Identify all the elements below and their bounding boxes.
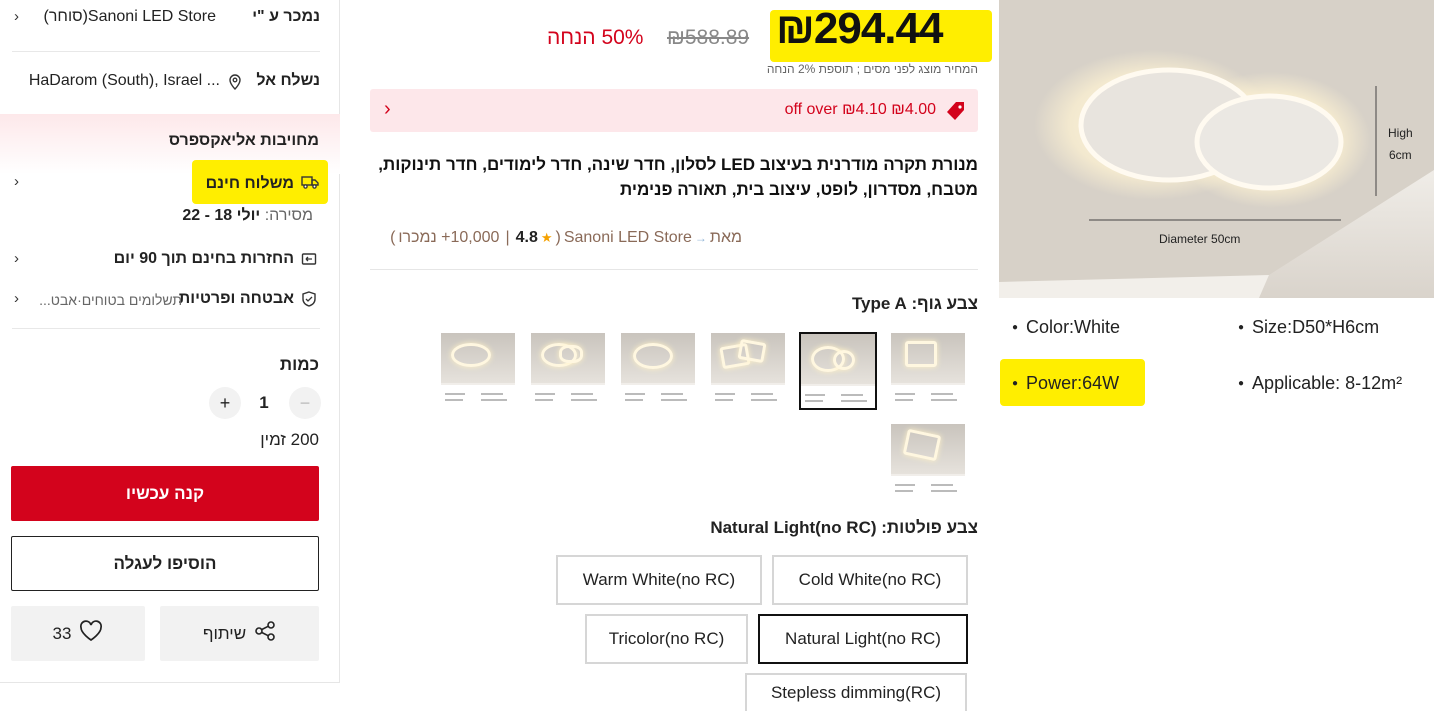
light-color-heading: צבע פולטות: Natural Light(no RC) xyxy=(710,518,978,538)
close-paren: ) xyxy=(390,229,396,246)
variant-thumb-2-selected[interactable] xyxy=(799,332,877,410)
current-price: ₪294.44 xyxy=(776,4,943,54)
variant-thumb-4[interactable] xyxy=(621,333,695,407)
tag-icon xyxy=(946,101,966,121)
ship-to-row[interactable]: נשלח אל HaDarom (South), Israel ... xyxy=(12,72,320,94)
variant-thumb-5[interactable] xyxy=(531,333,605,407)
spec-color-text: Color:White xyxy=(1026,317,1121,337)
light-color-value: Natural Light(no RC) xyxy=(710,518,877,537)
bullet-icon: ● xyxy=(1238,322,1245,333)
product-image[interactable]: Diameter 50cm High 6cm xyxy=(999,0,1434,298)
seller-row[interactable]: נמכר ע "י Sanoni LED Store(סוחר) ‹ xyxy=(12,8,320,30)
chevron-left-icon: ‹ xyxy=(14,173,19,190)
sold-count: 10,000+ נמכרו xyxy=(398,229,500,246)
separator: | xyxy=(505,229,510,246)
delivery-dates: יולי 18 - 22 xyxy=(182,207,261,224)
spec-applicable-text: Applicable: 8-12m² xyxy=(1252,373,1403,393)
truck-icon xyxy=(301,174,319,190)
spec-applicable: ● Applicable: 8-12m² xyxy=(1238,373,1402,394)
shield-icon xyxy=(301,291,317,307)
share-label: שיתוף xyxy=(202,623,247,643)
link-icon: → xyxy=(694,231,707,245)
share-icon xyxy=(254,620,276,647)
ceiling-lamp-illustration xyxy=(999,0,1434,298)
original-price: ₪588.89 xyxy=(667,26,750,49)
store-rating-line: מאת → Sanoni LED Store ( ★ 4.8 | 10,000+… xyxy=(390,229,742,247)
commitment-title: מחויבות אליאקספרס xyxy=(168,132,319,149)
security-label: אבטחה ופרטיות xyxy=(178,290,294,307)
height-label: High 6cm xyxy=(1388,126,1413,162)
chevron-left-icon: ‹ xyxy=(14,250,19,267)
by-label: מאת xyxy=(709,229,742,246)
product-title: מנורת תקרה מודרנית בעיצוב LED לסלון, חדר… xyxy=(378,155,978,199)
chevron-left-icon: ‹ xyxy=(384,98,391,120)
add-to-cart-button[interactable]: הוסיפו לעגלה xyxy=(11,536,319,591)
spec-power-text: Power:64W xyxy=(1026,373,1120,393)
decrement-button[interactable]: − xyxy=(289,387,321,419)
free-shipping-row[interactable]: משלוח חינם ‹ xyxy=(12,160,328,204)
return-box-icon xyxy=(301,251,317,267)
heart-icon xyxy=(79,620,103,647)
buy-now-button[interactable]: קנה עכשיו xyxy=(11,466,319,521)
sold-by-label: נמכר ע "י xyxy=(252,8,320,25)
store-name: Sanoni LED Store(סוחר) xyxy=(43,8,216,25)
spec-size-text: Size:D50*H6cm xyxy=(1252,317,1380,337)
star-icon: ★ xyxy=(540,230,553,245)
tax-note: המחיר מוצג לפני מסים ; תוספת 2% הנחה xyxy=(766,62,978,76)
free-returns-label: החזרות בחינם תוך 90 יום xyxy=(113,250,294,267)
option-stepless-dimming[interactable]: Stepless dimming(RC) xyxy=(745,673,967,711)
purchase-panel: נמכר ע "י Sanoni LED Store(סוחר) ‹ נשלח … xyxy=(0,0,340,683)
delivery-label: מסירה: xyxy=(264,207,313,224)
spec-size: ● Size:D50*H6cm xyxy=(1238,317,1379,338)
free-shipping-label: משלוח חינם xyxy=(205,175,294,192)
ship-to-label: נשלח אל xyxy=(256,72,320,89)
divider xyxy=(370,269,978,270)
variant-thumb-6[interactable] xyxy=(441,333,515,407)
quantity-value[interactable]: 1 xyxy=(256,393,272,413)
quantity-label: כמות xyxy=(279,355,319,374)
divider xyxy=(12,328,320,329)
security-sub: תשלומים בטוחים·אבט... xyxy=(39,292,182,308)
spec-power: ● Power:64W xyxy=(1012,373,1119,394)
spec-list: ● Color:White ● Size:D50*H6cm ● Power:64W ●… xyxy=(999,298,1437,418)
ship-location: HaDarom (South), Israel ... xyxy=(28,72,220,89)
wishlist-count: 33 xyxy=(52,623,72,643)
rating-value: 4.8 xyxy=(515,229,538,246)
divider xyxy=(12,51,320,52)
product-store-link[interactable]: Sanoni LED Store xyxy=(564,229,692,247)
bullet-icon: ● xyxy=(1238,378,1245,389)
variant-thumb-3[interactable] xyxy=(711,333,785,407)
coupon-text: ₪4.00 off over ₪4.10 xyxy=(784,101,936,118)
body-color-value: Type A xyxy=(851,294,907,313)
increment-button[interactable]: + xyxy=(209,387,241,419)
coupon-banner[interactable]: ₪4.00 off over ₪4.10 ‹ xyxy=(370,89,978,132)
option-cold-white[interactable]: Cold White(no RC) xyxy=(772,555,968,605)
bullet-icon: ● xyxy=(1012,378,1019,389)
security-row[interactable]: אבטחה ופרטיות תשלומים בטוחים·אבט... ‹ xyxy=(12,288,320,310)
available-stock: 200 זמין xyxy=(260,430,319,449)
free-returns-row[interactable]: החזרות בחינם תוך 90 יום ‹ xyxy=(12,248,320,270)
option-tricolor[interactable]: Tricolor(no RC) xyxy=(585,614,748,664)
open-paren: ( xyxy=(555,229,561,246)
body-color-heading: צבע גוף: Type A xyxy=(852,294,978,314)
share-button[interactable]: שיתוף xyxy=(160,606,319,661)
body-color-label: צבע גוף: xyxy=(911,294,978,313)
current-price-value: ₪294.44 xyxy=(776,4,943,53)
diameter-label: Diameter 50cm xyxy=(1159,232,1241,246)
option-natural-light-selected[interactable]: Natural Light(no RC) xyxy=(758,614,968,664)
variant-thumb-1[interactable] xyxy=(891,333,965,407)
spec-color: ● Color:White xyxy=(1012,317,1120,338)
bullet-icon: ● xyxy=(1012,322,1019,333)
variant-thumb-7[interactable] xyxy=(891,424,965,498)
option-warm-white[interactable]: Warm White(no RC) xyxy=(556,555,762,605)
chevron-left-icon: ‹ xyxy=(14,8,19,25)
wishlist-button[interactable]: 33 xyxy=(11,606,145,661)
product-info: ₪294.44 ₪588.89 50% הנחה המחיר מוצג לפני… xyxy=(370,0,992,711)
light-color-label: צבע פולטות: xyxy=(881,518,978,537)
chevron-left-icon: ‹ xyxy=(14,290,19,307)
discount-badge: 50% הנחה xyxy=(547,26,644,49)
location-pin-icon xyxy=(228,74,242,90)
delivery-info: מסירה: יולי 18 - 22 xyxy=(182,207,313,225)
